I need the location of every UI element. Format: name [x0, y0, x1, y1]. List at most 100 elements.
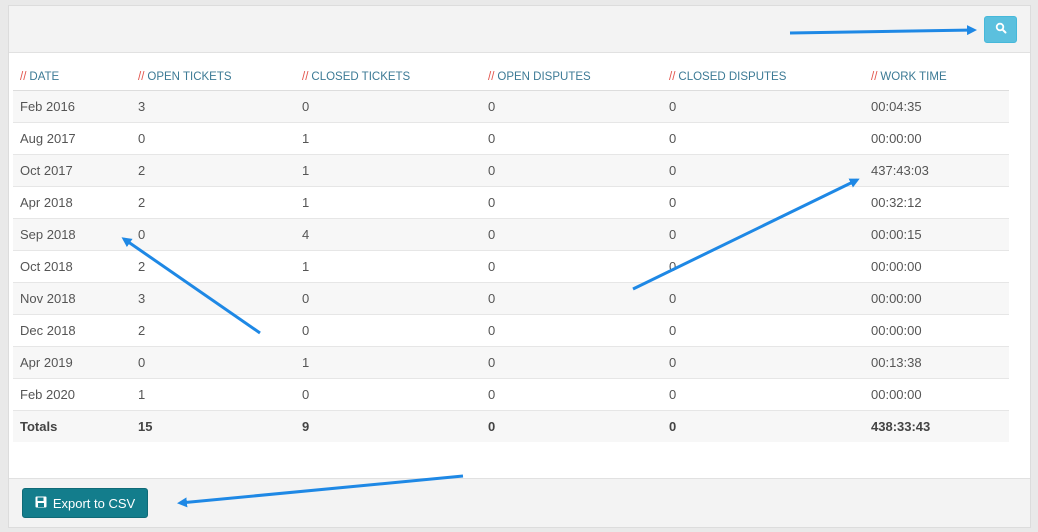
table-cell: 0 [481, 218, 662, 251]
table-cell: 0 [481, 186, 662, 219]
panel-footer: Export to CSV [9, 478, 1030, 527]
table-cell: Feb 2020 [13, 378, 131, 411]
table-cell: Oct 2017 [13, 154, 131, 187]
table-cell: 1 [295, 154, 481, 187]
table-cell: 0 [295, 314, 481, 347]
column-header[interactable]: //CLOSED TICKETS [295, 63, 481, 91]
table-cell: Aug 2017 [13, 122, 131, 155]
table-row: Apr 2018 2 1 0 0 00:32:12 [13, 186, 1009, 219]
table-cell: 2 [131, 250, 295, 283]
header-prefix: // [302, 70, 309, 83]
table-cell: Apr 2019 [13, 346, 131, 379]
column-header-label: OPEN DISPUTES [497, 70, 591, 83]
table-cell: 0 [481, 314, 662, 347]
column-header-label: CLOSED TICKETS [311, 70, 411, 83]
table-cell: 0 [481, 378, 662, 411]
table-cell: 0 [481, 346, 662, 379]
table-cell: 1 [131, 378, 295, 411]
totals-cell: 15 [131, 410, 295, 442]
save-icon [35, 496, 47, 511]
table-cell: 0 [662, 122, 864, 155]
table-cell: 3 [131, 90, 295, 123]
table-cell: Dec 2018 [13, 314, 131, 347]
stats-table: //DATE//OPEN TICKETS//CLOSED TICKETS//OP… [13, 63, 1009, 442]
table-cell: 0 [481, 250, 662, 283]
column-header[interactable]: //WORK TIME [864, 63, 1009, 91]
header-prefix: // [138, 70, 145, 83]
table-cell: 00:13:38 [864, 346, 1009, 379]
table-cell: 0 [662, 90, 864, 123]
column-header[interactable]: //OPEN DISPUTES [481, 63, 662, 91]
table-cell: 2 [131, 186, 295, 219]
table-cell: Sep 2018 [13, 218, 131, 251]
table-cell: 0 [131, 346, 295, 379]
table-cell: 0 [662, 154, 864, 187]
table-cell: 0 [131, 218, 295, 251]
table-cell: 1 [295, 122, 481, 155]
table-cell: 00:00:00 [864, 314, 1009, 347]
table-cell: 1 [295, 186, 481, 219]
panel-header [9, 6, 1030, 53]
table-cell: 00:04:35 [864, 90, 1009, 123]
table-cell: 0 [295, 378, 481, 411]
column-header[interactable]: //CLOSED DISPUTES [662, 63, 864, 91]
export-csv-button[interactable]: Export to CSV [22, 488, 148, 518]
table-cell: 437:43:03 [864, 154, 1009, 187]
search-icon [995, 21, 1007, 39]
table-header-row: //DATE//OPEN TICKETS//CLOSED TICKETS//OP… [13, 63, 1009, 91]
column-header[interactable]: //DATE [13, 63, 131, 91]
totals-cell: Totals [13, 410, 131, 442]
table-row: Oct 2017 2 1 0 0 437:43:03 [13, 154, 1009, 187]
table-cell: 00:00:00 [864, 282, 1009, 315]
search-button[interactable] [984, 16, 1017, 43]
table-cell: 0 [662, 250, 864, 283]
table-row: Aug 2017 0 1 0 0 00:00:00 [13, 122, 1009, 155]
header-prefix: // [20, 70, 27, 83]
table-row: Dec 2018 2 0 0 0 00:00:00 [13, 314, 1009, 347]
table-cell: 00:00:00 [864, 378, 1009, 411]
table-cell: Oct 2018 [13, 250, 131, 283]
header-prefix: // [488, 70, 495, 83]
header-prefix: // [669, 70, 676, 83]
table-cell: 1 [295, 346, 481, 379]
table-row: Sep 2018 0 4 0 0 00:00:15 [13, 218, 1009, 251]
table-cell: 2 [131, 314, 295, 347]
export-csv-label: Export to CSV [52, 495, 136, 511]
column-header-label: OPEN TICKETS [147, 70, 232, 83]
table-cell: 0 [131, 122, 295, 155]
totals-row: Totals 15 9 0 0 438:33:43 [13, 410, 1009, 442]
table-cell: 00:00:00 [864, 250, 1009, 283]
totals-cell: 0 [481, 410, 662, 442]
table-cell: 0 [481, 282, 662, 315]
table-cell: 0 [662, 378, 864, 411]
table-cell: 00:00:15 [864, 218, 1009, 251]
table-cell: 1 [295, 250, 481, 283]
table-cell: 3 [131, 282, 295, 315]
table-cell: 0 [481, 90, 662, 123]
table-cell: 0 [481, 122, 662, 155]
table-cell: 00:00:00 [864, 122, 1009, 155]
header-prefix: // [871, 70, 878, 83]
table-row: Nov 2018 3 0 0 0 00:00:00 [13, 282, 1009, 315]
table-cell: Nov 2018 [13, 282, 131, 315]
table-cell: 0 [662, 346, 864, 379]
table-cell: 0 [662, 314, 864, 347]
table-cell: 00:32:12 [864, 186, 1009, 219]
table-cell: 0 [481, 154, 662, 187]
table-cell: Feb 2016 [13, 90, 131, 123]
totals-cell: 9 [295, 410, 481, 442]
column-header-label: WORK TIME [880, 70, 947, 83]
totals-cell: 438:33:43 [864, 410, 1009, 442]
table-cell: 4 [295, 218, 481, 251]
table-row: Feb 2016 3 0 0 0 00:04:35 [13, 90, 1009, 123]
table-row: Oct 2018 2 1 0 0 00:00:00 [13, 250, 1009, 283]
table-row: Feb 2020 1 0 0 0 00:00:00 [13, 378, 1009, 411]
table-cell: 2 [131, 154, 295, 187]
column-header-label: CLOSED DISPUTES [678, 70, 787, 83]
table-cell: Apr 2018 [13, 186, 131, 219]
table-row: Apr 2019 0 1 0 0 00:13:38 [13, 346, 1009, 379]
column-header-label: DATE [29, 70, 60, 83]
table-cell: 0 [662, 186, 864, 219]
table-cell: 0 [662, 218, 864, 251]
column-header[interactable]: //OPEN TICKETS [131, 63, 295, 91]
